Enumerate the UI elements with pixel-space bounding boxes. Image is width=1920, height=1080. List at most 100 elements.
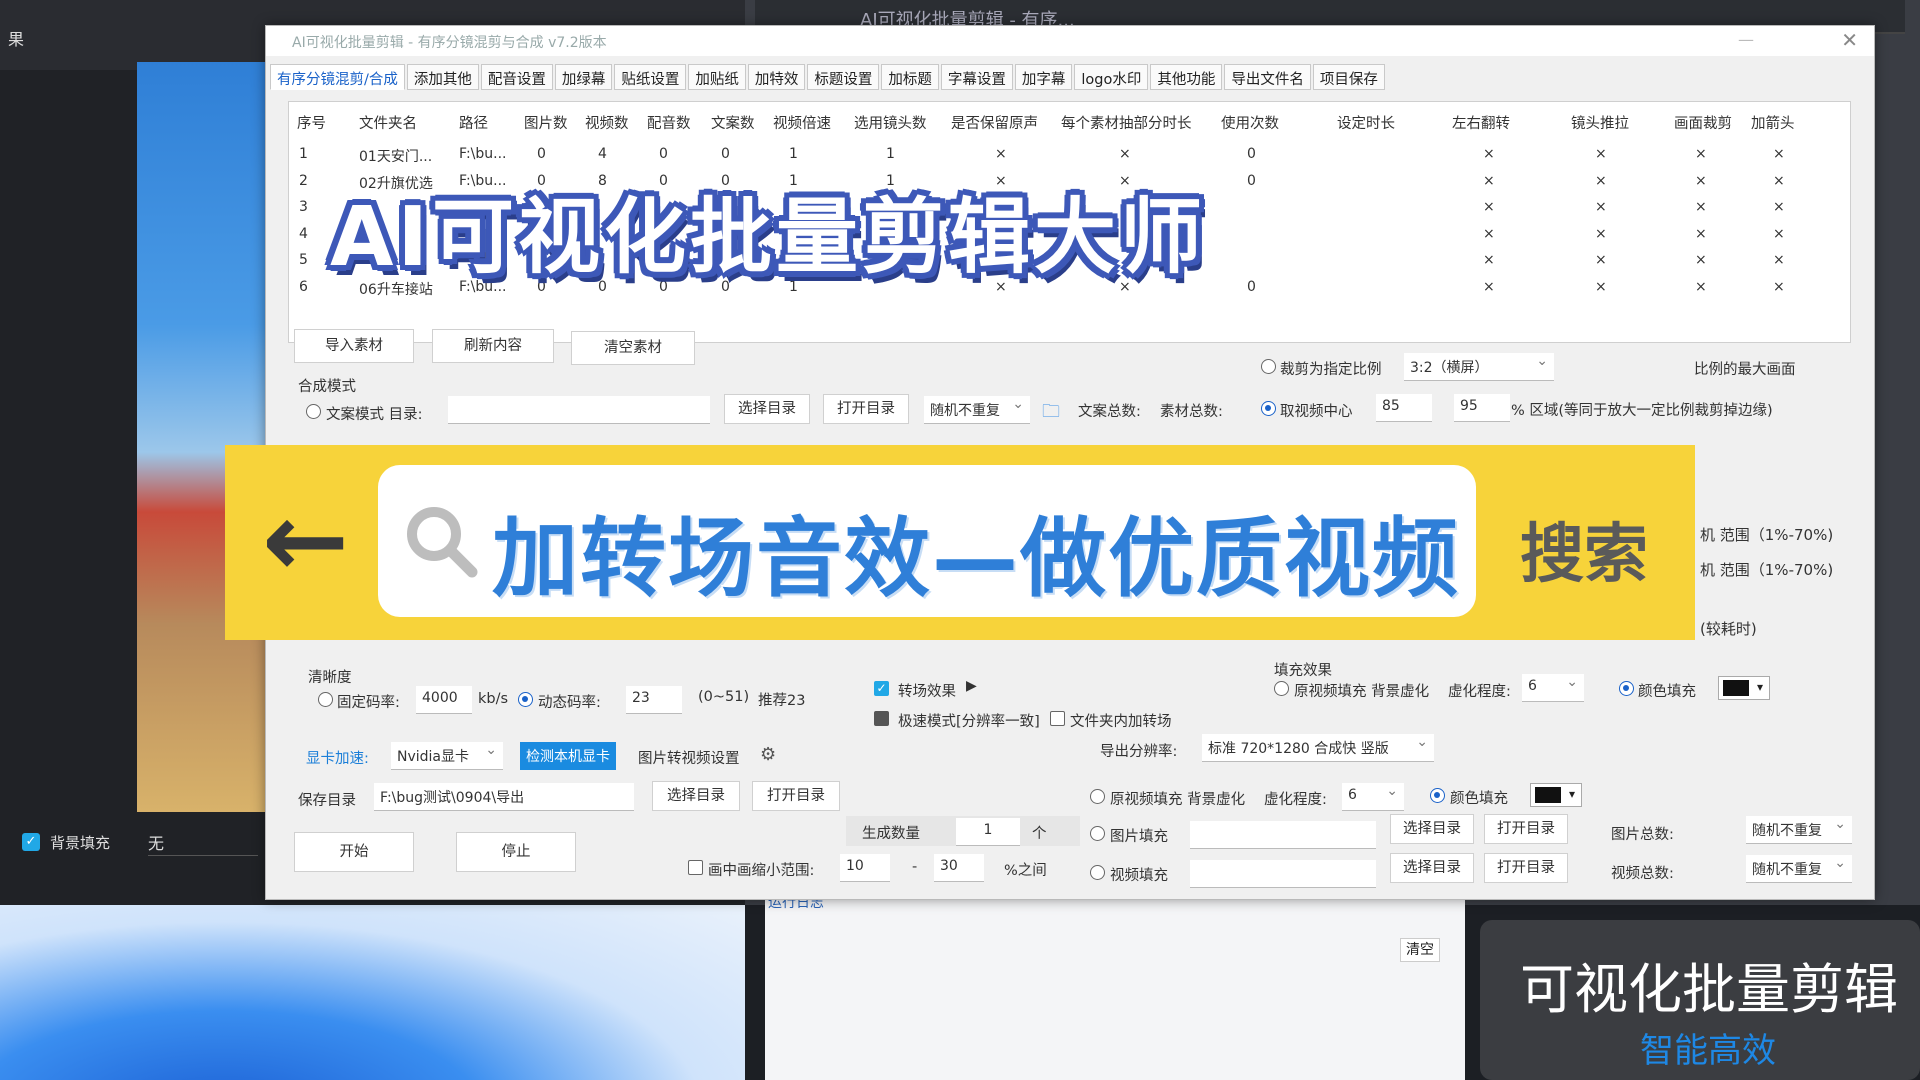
- export-resolution-select[interactable]: 标准 720*1280 合成快 竖版: [1202, 734, 1434, 762]
- table-header[interactable]: 加箭头: [1751, 112, 1795, 133]
- table-cell[interactable]: ×: [1773, 199, 1785, 215]
- table-header[interactable]: 文件夹名: [359, 112, 417, 133]
- table-header[interactable]: 配音数: [647, 112, 691, 133]
- save-dir-input[interactable]: F:\bug测试\0904\导出: [374, 783, 634, 811]
- dynamic-bitrate-radio[interactable]: [518, 692, 533, 707]
- fast-mode-checkbox[interactable]: [874, 711, 889, 726]
- tab-voice-settings[interactable]: 配音设置: [480, 64, 553, 90]
- table-cell[interactable]: 1: [299, 146, 308, 162]
- pip-shrink-max-input[interactable]: 30: [934, 854, 984, 882]
- table-cell[interactable]: 2: [299, 173, 308, 189]
- table-header[interactable]: 视频数: [585, 112, 629, 133]
- save-open-dir-button[interactable]: 打开目录: [752, 781, 840, 811]
- bg-fill-select[interactable]: 无: [148, 830, 258, 856]
- crop-ratio-radio[interactable]: [1261, 359, 1276, 374]
- image-fill-radio[interactable]: [1090, 826, 1105, 841]
- table-cell[interactable]: ×: [995, 146, 1007, 162]
- table-cell[interactable]: ×: [1595, 226, 1607, 242]
- folder-transition-checkbox[interactable]: [1050, 711, 1065, 726]
- gpu-select[interactable]: Nvidia显卡: [391, 742, 503, 770]
- tab-project-save[interactable]: 项目保存: [1312, 64, 1385, 90]
- blur-level-select[interactable]: 6: [1522, 674, 1584, 702]
- random-order-select[interactable]: 随机不重复: [924, 396, 1030, 424]
- tab-green-screen[interactable]: 加绿幕: [554, 64, 613, 90]
- table-header[interactable]: 画面裁剪: [1674, 112, 1732, 133]
- video-fill-radio[interactable]: [1090, 865, 1105, 880]
- table-cell[interactable]: 0: [1247, 279, 1256, 295]
- table-cell[interactable]: ×: [1483, 146, 1495, 162]
- color-fill-radio[interactable]: [1619, 681, 1634, 696]
- center-height-input[interactable]: 95: [1454, 394, 1510, 422]
- table-cell[interactable]: 4: [299, 226, 308, 242]
- transition-checkbox[interactable]: ✓: [874, 681, 889, 696]
- start-button[interactable]: 开始: [294, 832, 414, 872]
- pip-shrink-checkbox[interactable]: [688, 860, 703, 875]
- table-cell[interactable]: 3: [299, 199, 308, 215]
- tab-export-filename[interactable]: 导出文件名: [1224, 64, 1311, 90]
- table-cell[interactable]: ×: [1595, 199, 1607, 215]
- dynamic-bitrate-input[interactable]: 23: [626, 686, 682, 714]
- table-cell[interactable]: ×: [1595, 252, 1607, 268]
- tab-title-settings[interactable]: 标题设置: [807, 64, 880, 90]
- table-cell[interactable]: ×: [1119, 146, 1131, 162]
- table-cell[interactable]: 0: [659, 146, 668, 162]
- table-cell[interactable]: ×: [1773, 173, 1785, 189]
- export-orig-blur-radio[interactable]: [1090, 789, 1105, 804]
- table-cell[interactable]: 4: [598, 146, 607, 162]
- video-random-select[interactable]: 随机不重复: [1746, 855, 1852, 883]
- table-cell[interactable]: ×: [1483, 252, 1495, 268]
- export-color-picker[interactable]: ▾: [1530, 783, 1582, 807]
- table-cell[interactable]: ×: [1595, 279, 1607, 295]
- table-header[interactable]: 是否保留原声: [951, 112, 1038, 133]
- table-header[interactable]: 镜头推拉: [1571, 112, 1629, 133]
- table-cell[interactable]: ×: [1483, 279, 1495, 295]
- table-cell[interactable]: ×: [1773, 146, 1785, 162]
- table-header[interactable]: 左右翻转: [1452, 112, 1510, 133]
- export-color-fill-radio[interactable]: [1430, 788, 1445, 803]
- table-cell[interactable]: 5: [299, 252, 308, 268]
- table-cell[interactable]: 01天安门...: [359, 146, 432, 166]
- text-mode-radio[interactable]: [306, 404, 321, 419]
- bg-fill-checkbox[interactable]: ✓: [22, 833, 40, 851]
- table-header[interactable]: 视频倍速: [773, 112, 831, 133]
- center-width-input[interactable]: 85: [1376, 394, 1432, 422]
- table-cell[interactable]: ×: [1695, 226, 1707, 242]
- detect-gpu-button[interactable]: 检测本机显卡: [520, 742, 616, 770]
- tab-add-sticker[interactable]: 加贴纸: [688, 64, 746, 90]
- video-open-dir-button[interactable]: 打开目录: [1484, 853, 1568, 883]
- table-header[interactable]: 路径: [459, 112, 488, 133]
- minimize-button[interactable]: —: [1738, 30, 1754, 49]
- table-cell[interactable]: 1: [789, 146, 798, 162]
- table-cell[interactable]: ×: [1695, 173, 1707, 189]
- table-header[interactable]: 使用次数: [1221, 112, 1279, 133]
- table-cell[interactable]: 6: [299, 279, 308, 295]
- clear-material-button[interactable]: 清空素材: [571, 331, 695, 365]
- refresh-content-button[interactable]: 刷新内容: [432, 329, 554, 363]
- tab-add-effect[interactable]: 加特效: [747, 64, 806, 90]
- table-cell[interactable]: 0: [1247, 173, 1256, 189]
- open-dir-button[interactable]: 打开目录: [823, 394, 909, 424]
- text-dir-input[interactable]: [448, 396, 710, 424]
- tab-add-title[interactable]: 加标题: [881, 64, 939, 90]
- close-button[interactable]: ✕: [1841, 28, 1858, 52]
- log-clear-button[interactable]: 清空: [1400, 938, 1440, 962]
- table-cell[interactable]: ×: [1595, 173, 1607, 189]
- transition-preview-icon[interactable]: ▶: [966, 678, 977, 694]
- export-blur-level-select[interactable]: 6: [1342, 783, 1404, 811]
- orig-blur-fill-radio[interactable]: [1274, 681, 1289, 696]
- table-header[interactable]: 选用镜头数: [854, 112, 927, 133]
- stop-button[interactable]: 停止: [456, 832, 576, 872]
- table-cell[interactable]: ×: [1483, 226, 1495, 242]
- table-cell[interactable]: ×: [1773, 226, 1785, 242]
- video-choose-dir-button[interactable]: 选择目录: [1390, 853, 1474, 883]
- tab-logo-watermark[interactable]: logo水印: [1074, 64, 1149, 90]
- choose-dir-button[interactable]: 选择目录: [724, 394, 810, 424]
- table-header[interactable]: 图片数: [524, 112, 568, 133]
- table-header[interactable]: 文案数: [711, 112, 755, 133]
- image-open-dir-button[interactable]: 打开目录: [1484, 814, 1568, 844]
- tab-other-functions[interactable]: 其他功能: [1150, 64, 1223, 90]
- video-fill-dir-input[interactable]: [1190, 860, 1376, 888]
- fixed-bitrate-input[interactable]: 4000: [416, 686, 472, 714]
- image-random-select[interactable]: 随机不重复: [1746, 816, 1852, 844]
- import-material-button[interactable]: 导入素材: [294, 329, 414, 363]
